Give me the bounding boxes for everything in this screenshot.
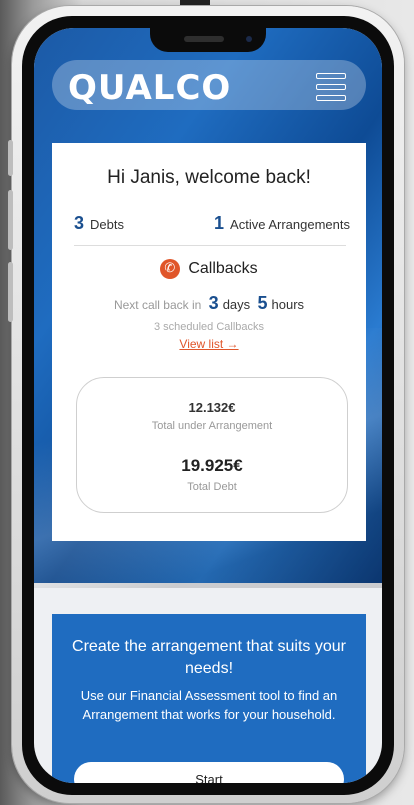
- view-list-link[interactable]: View list →: [52, 337, 366, 351]
- logo[interactable]: QUALCO: [68, 68, 231, 108]
- debts-stat: 3 Debts: [74, 213, 124, 234]
- top-navbar: QUALCO: [52, 60, 366, 110]
- debt-label: Total Debt: [187, 481, 237, 493]
- phone-side-button: [8, 140, 13, 176]
- arrangement-label: Total under Arrangement: [151, 420, 273, 432]
- days-unit: days: [222, 297, 251, 312]
- callbacks-title: Callbacks: [188, 260, 258, 278]
- phone-side-button: [8, 190, 13, 250]
- welcome-heading: Hi Janis, welcome back!: [107, 167, 311, 188]
- arrangements-label: Active Arrangements: [230, 217, 350, 232]
- phone-screen: QUALCO Hi Janis, welcome back! 3 Debts 1A…: [34, 28, 382, 783]
- callbacks-heading: Callbacks: [52, 259, 366, 279]
- hamburger-menu-icon[interactable]: [316, 73, 346, 101]
- promo-title: Create the arrangement that suits your n…: [72, 638, 346, 677]
- days-value: 3: [208, 293, 219, 313]
- hours-value: 5: [257, 293, 268, 313]
- assessment-promo: Create the arrangement that suits your n…: [52, 614, 366, 783]
- debt-amount: 19.925€: [181, 456, 243, 475]
- phone-icon: [160, 259, 181, 279]
- promo-body: Use our Financial Assessment tool to fin…: [80, 688, 338, 722]
- totals-panel: 12.132€ Total under Arrangement 19.925€ …: [76, 377, 348, 513]
- hours-unit: hours: [271, 297, 305, 312]
- phone-side-button: [8, 262, 13, 322]
- debts-label: Debts: [90, 217, 124, 232]
- scheduled-callbacks: 3 scheduled Callbacks: [153, 321, 265, 333]
- next-callback: Next call back in 3 days 5 hours: [52, 293, 366, 314]
- dashboard-card: Hi Janis, welcome back! 3 Debts 1 Active A…: [52, 143, 366, 541]
- speaker-grille: [184, 36, 224, 42]
- divider: [74, 245, 346, 246]
- front-camera: [246, 36, 252, 42]
- next-callback-prefix: Next call back in: [113, 298, 202, 312]
- arrangement-amount: 12.132€: [188, 400, 236, 415]
- start-button[interactable]: Start: [74, 762, 344, 783]
- debts-count: 3: [74, 213, 85, 233]
- arrangements-count: 1: [214, 213, 225, 233]
- arrangements-stat: 1 Active Arrangements: [214, 213, 350, 234]
